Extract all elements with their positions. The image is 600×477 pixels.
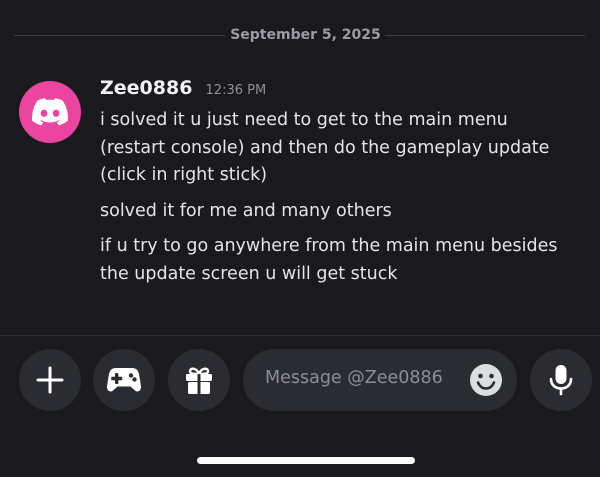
apps-button[interactable] <box>93 349 155 411</box>
gift-icon <box>186 367 212 394</box>
message-line: if u try to go anywhere from the main me… <box>100 236 558 256</box>
message-header: Zee0886 12:36 PM <box>100 77 266 99</box>
username[interactable]: Zee0886 <box>100 77 192 99</box>
emoji-button[interactable] <box>468 362 504 398</box>
microphone-icon <box>549 365 573 396</box>
gamepad-icon <box>107 368 141 392</box>
message-line: solved it for me and many others <box>100 200 392 221</box>
divider-line-left <box>14 35 226 36</box>
date-label: September 5, 2025 <box>230 27 381 43</box>
message-line: (restart console) and then do the gamepl… <box>100 137 550 158</box>
message-paragraph: if u try to go anywhere from the main me… <box>100 233 590 288</box>
avatar[interactable] <box>19 81 81 143</box>
message-body: i solved it u just need to get to the ma… <box>100 107 590 296</box>
message-placeholder: Message @Zee0886 <box>265 368 443 388</box>
divider-line-right <box>385 35 585 36</box>
message-line: i solved it u just need to get to the ma… <box>100 110 508 130</box>
message-paragraph: solved it for me and many others <box>100 198 590 226</box>
voice-message-button[interactable] <box>530 349 592 411</box>
message-line: (click in right stick) <box>100 165 268 185</box>
message-paragraph: i solved it u just need to get to the ma… <box>100 107 590 190</box>
message-input[interactable]: Message @Zee0886 <box>243 349 517 411</box>
emoji-icon <box>470 364 502 396</box>
home-indicator[interactable] <box>197 457 415 464</box>
composer-divider <box>0 335 600 336</box>
timestamp: 12:36 PM <box>205 83 267 98</box>
message-line: the update screen u will get stuck <box>100 263 398 284</box>
discord-logo-icon <box>32 98 68 126</box>
date-divider: September 5, 2025 <box>0 26 600 46</box>
plus-icon <box>36 366 64 394</box>
add-attachment-button[interactable] <box>19 349 81 411</box>
gift-button[interactable] <box>168 349 230 411</box>
